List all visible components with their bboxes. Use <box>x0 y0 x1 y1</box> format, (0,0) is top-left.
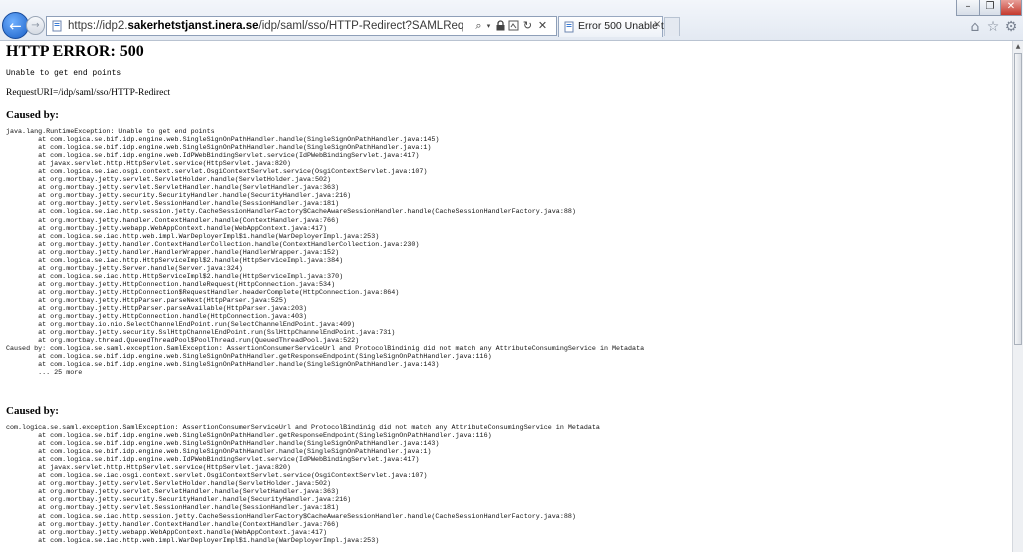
back-arrow-icon: ← <box>9 16 22 35</box>
dropdown-chevron-icon[interactable]: ▾ <box>484 18 493 34</box>
back-button[interactable]: ← <box>2 12 29 39</box>
caused-by-heading: Caused by: <box>6 109 59 121</box>
refresh-icon[interactable]: ↻ <box>521 18 534 34</box>
close-window-button[interactable]: ✕ <box>1000 0 1022 16</box>
minimize-button[interactable]: – <box>956 0 980 16</box>
caused-by-heading: Caused by: <box>6 405 59 417</box>
home-icon[interactable]: ⌂ <box>967 19 983 35</box>
stack-trace: java.lang.RuntimeException: Unable to ge… <box>6 128 645 378</box>
request-uri: RequestURI=/idp/saml/sso/HTTP-Redirect <box>6 88 171 98</box>
url-path: /idp/saml/sso/HTTP-Redirect?SAMLRequest=… <box>258 20 463 32</box>
url-prefix: https://idp2. <box>68 20 128 32</box>
scrollbar-thumb[interactable] <box>1014 53 1022 345</box>
gear-icon[interactable]: ⚙ <box>1003 19 1019 35</box>
forward-arrow-icon: → <box>31 20 40 31</box>
tab-error-500[interactable]: Error 500 Unable to... × <box>558 16 678 37</box>
new-tab-button[interactable] <box>664 17 680 36</box>
browser-chrome: ← → https://idp2.sakerhetstjanst.inera.s… <box>0 0 1023 41</box>
page-icon <box>52 20 62 32</box>
forward-button[interactable]: → <box>26 16 45 35</box>
lock-icon[interactable] <box>494 18 506 34</box>
error-heading: HTTP ERROR: 500 <box>6 43 144 60</box>
tab-close-icon[interactable]: × <box>653 19 661 30</box>
scroll-up-arrow-icon[interactable]: ▲ <box>1013 41 1023 52</box>
url-domain: sakerhetstjanst.inera.se <box>127 20 259 32</box>
address-url[interactable]: https://idp2.sakerhetstjanst.inera.se/id… <box>68 19 463 34</box>
favorites-star-icon[interactable]: ☆ <box>985 19 1001 35</box>
stack-trace: com.logica.se.saml.exception.SamlExcepti… <box>6 424 600 545</box>
page-icon <box>564 21 574 33</box>
error-message: Unable to get end points <box>6 69 122 78</box>
page-content: HTTP ERROR: 500 Unable to get end points… <box>0 41 1012 552</box>
stop-icon[interactable]: ✕ <box>536 18 549 34</box>
vertical-scrollbar[interactable]: ▲ <box>1012 41 1023 552</box>
compatibility-view-icon[interactable] <box>507 18 520 34</box>
address-bar[interactable]: https://idp2.sakerhetstjanst.inera.se/id… <box>46 16 557 36</box>
restore-button[interactable]: ❐ <box>979 0 1001 16</box>
